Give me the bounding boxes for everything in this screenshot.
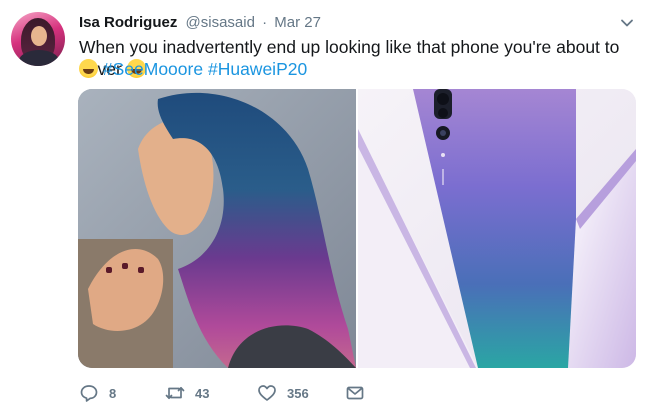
rolling-on-the-floor-laughing-emoji	[79, 59, 98, 78]
author-handle[interactable]: @sisasaid	[186, 14, 255, 31]
retweet-button[interactable]: 43	[165, 382, 209, 404]
like-button[interactable]: 356	[257, 382, 309, 404]
chevron-down-icon[interactable]	[620, 16, 634, 30]
retweet-icon	[165, 386, 185, 400]
reply-button[interactable]: 8	[79, 382, 116, 404]
like-count: 356	[287, 385, 309, 401]
separator-dot: ·	[262, 14, 268, 31]
photo-woman-with-blue-purple-hair[interactable]	[78, 89, 356, 368]
photo-right-art	[358, 89, 636, 368]
avatar[interactable]	[11, 12, 65, 66]
tweet-date[interactable]: Mar 27	[274, 14, 321, 31]
envelope-icon	[346, 386, 364, 400]
tweet-header: Isa Rodriguez @sisasaid · Mar 27	[79, 13, 321, 33]
reply-count: 8	[109, 385, 117, 401]
photo-left-art	[78, 89, 356, 368]
avatar-shirt	[19, 50, 59, 66]
tweet-actions: 8 43 356	[79, 380, 499, 406]
media-grid	[78, 89, 636, 368]
tweet-text-line2: #SeeMooore #HuaweiP20	[79, 58, 307, 80]
reply-icon	[80, 385, 98, 402]
tweet-card[interactable]: Isa Rodriguez @sisasaid · Mar 27 When yo…	[0, 0, 650, 410]
photo-huawei-p20-phone-back[interactable]	[358, 89, 636, 368]
retweet-count: 43	[195, 385, 210, 401]
direct-message-button[interactable]	[345, 382, 365, 404]
hashtag-huaweip20[interactable]: #HuaweiP20	[208, 59, 307, 79]
avatar-face	[31, 26, 47, 46]
author-name[interactable]: Isa Rodriguez	[79, 14, 177, 31]
hashtag-seemooore[interactable]: #SeeMooore	[103, 59, 203, 79]
heart-icon	[258, 385, 276, 401]
